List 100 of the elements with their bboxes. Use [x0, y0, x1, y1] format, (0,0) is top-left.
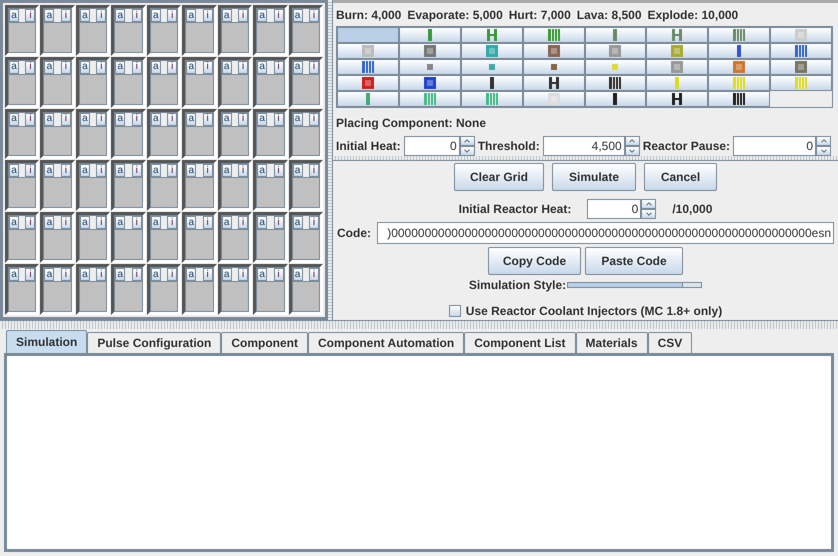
reactor-slot[interactable]: a i	[182, 108, 217, 160]
auto-button[interactable]: a	[292, 268, 303, 282]
info-button[interactable]: i	[96, 268, 106, 282]
reactor-slot[interactable]: a i	[288, 264, 323, 315]
reactor-slot[interactable]: a i	[146, 160, 182, 212]
info-button[interactable]: i	[308, 216, 319, 230]
auto-button[interactable]: a	[115, 268, 126, 282]
auto-button[interactable]: a	[186, 268, 196, 282]
info-button[interactable]: i	[308, 164, 319, 178]
reactor-slot[interactable]: a i	[146, 264, 182, 315]
auto-button[interactable]: a	[186, 164, 196, 178]
info-button[interactable]: i	[274, 9, 284, 22]
reactor-slot[interactable]: a i	[218, 212, 252, 264]
reactor-slot[interactable]: a i	[111, 264, 146, 315]
info-button[interactable]: i	[60, 268, 71, 282]
info-button[interactable]: i	[96, 9, 106, 22]
info-button[interactable]: i	[274, 60, 284, 74]
auto-button[interactable]: a	[44, 60, 54, 74]
info-button[interactable]: i	[167, 112, 178, 126]
component-button[interactable]	[708, 43, 770, 59]
reactor-slot[interactable]: a i	[5, 212, 40, 264]
reactor-slot[interactable]: a i	[288, 5, 323, 56]
decrement-button[interactable]	[624, 146, 640, 156]
info-button[interactable]: i	[238, 268, 248, 282]
auto-button[interactable]: a	[292, 112, 303, 126]
auto-button[interactable]: a	[115, 60, 126, 74]
decrement-button[interactable]	[641, 209, 656, 219]
auto-button[interactable]: a	[257, 112, 268, 126]
reactor-slot[interactable]: a i	[253, 264, 288, 315]
reactor-slot[interactable]: a i	[40, 212, 75, 264]
info-button[interactable]: i	[238, 164, 248, 178]
auto-button[interactable]: a	[115, 9, 126, 22]
component-button[interactable]	[522, 75, 584, 91]
info-button[interactable]: i	[132, 216, 142, 230]
auto-button[interactable]: a	[44, 112, 54, 126]
info-button[interactable]: i	[308, 60, 319, 74]
reactor-slot[interactable]: a i	[40, 56, 75, 108]
auto-button[interactable]: a	[292, 60, 303, 74]
info-button[interactable]: i	[25, 216, 36, 230]
auto-button[interactable]: a	[150, 112, 161, 126]
increment-button[interactable]	[816, 136, 832, 146]
code-button[interactable]: Paste Code	[585, 247, 683, 275]
auto-button[interactable]: a	[292, 9, 303, 22]
info-button[interactable]: i	[60, 112, 71, 126]
info-button[interactable]: i	[202, 268, 213, 282]
info-button[interactable]: i	[25, 60, 36, 74]
auto-button[interactable]: a	[9, 112, 19, 126]
code-button[interactable]: Copy Code	[488, 247, 581, 275]
auto-button[interactable]: a	[9, 9, 19, 22]
reactor-slot[interactable]: a i	[76, 56, 110, 108]
auto-button[interactable]: a	[115, 216, 126, 230]
tab[interactable]: Component List	[464, 332, 576, 353]
info-button[interactable]: i	[238, 9, 248, 22]
info-button[interactable]: i	[132, 164, 142, 178]
decrement-button[interactable]	[460, 146, 475, 156]
reactor-slot[interactable]: a i	[111, 212, 146, 264]
reactor-heat-field[interactable]: 0	[587, 199, 642, 219]
reactor-slot[interactable]: a i	[288, 56, 323, 108]
auto-button[interactable]: a	[44, 216, 54, 230]
reactor-slot[interactable]: a i	[253, 212, 288, 264]
reactor-slot[interactable]: a i	[288, 160, 323, 212]
info-button[interactable]: i	[96, 112, 106, 126]
number-field[interactable]: 4,500	[542, 136, 625, 156]
tab[interactable]: CSV	[648, 332, 692, 353]
info-button[interactable]: i	[132, 112, 142, 126]
reactor-slot[interactable]: a i	[40, 5, 75, 56]
reactor-slot[interactable]: a i	[76, 108, 110, 160]
auto-button[interactable]: a	[9, 60, 19, 74]
info-button[interactable]: i	[308, 268, 319, 282]
auto-button[interactable]: a	[150, 9, 161, 22]
reactor-slot[interactable]: a i	[218, 264, 252, 315]
tab[interactable]: Materials	[576, 332, 648, 353]
auto-button[interactable]: a	[150, 60, 161, 74]
info-button[interactable]: i	[25, 268, 36, 282]
info-button[interactable]: i	[132, 9, 142, 22]
reactor-slot[interactable]: a i	[253, 5, 288, 56]
info-button[interactable]: i	[25, 112, 36, 126]
auto-button[interactable]: a	[150, 268, 161, 282]
increment-button[interactable]	[624, 136, 640, 146]
info-button[interactable]: i	[274, 268, 284, 282]
increment-button[interactable]	[460, 136, 475, 146]
info-button[interactable]: i	[132, 60, 142, 74]
component-button[interactable]	[646, 91, 708, 107]
info-button[interactable]: i	[202, 112, 213, 126]
auto-button[interactable]: a	[257, 268, 268, 282]
info-button[interactable]: i	[25, 164, 36, 178]
tab[interactable]: Simulation	[6, 330, 88, 353]
auto-button[interactable]: a	[80, 60, 90, 74]
reactor-slot[interactable]: a i	[253, 108, 288, 160]
tab[interactable]: Component Automation	[308, 332, 464, 353]
info-button[interactable]: i	[167, 268, 178, 282]
reactor-slot[interactable]: a i	[40, 264, 75, 315]
reactor-slot[interactable]: a i	[146, 5, 182, 56]
auto-button[interactable]: a	[9, 216, 19, 230]
splitter-bar[interactable]	[0, 320, 838, 329]
action-button[interactable]: Simulate	[552, 163, 636, 191]
simulation-style-slider[interactable]	[567, 282, 702, 288]
component-button[interactable]	[398, 75, 461, 91]
auto-button[interactable]: a	[257, 9, 268, 22]
decrement-button[interactable]	[816, 146, 832, 156]
